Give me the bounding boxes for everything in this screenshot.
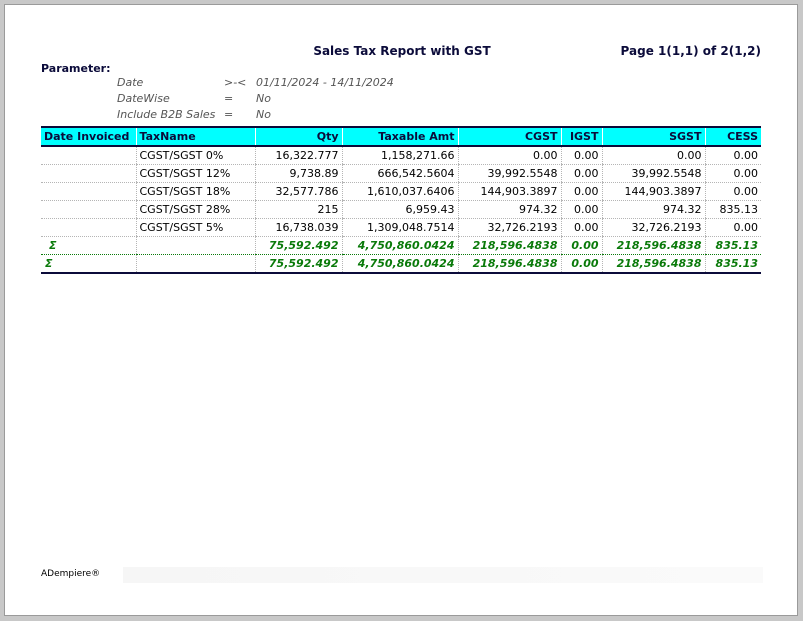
table-row: CGST/SGST 0% 16,322.777 1,158,271.66 0.0… bbox=[41, 146, 761, 165]
cell-taxable-amt: 1,158,271.66 bbox=[341, 146, 458, 165]
cell-sgst: 974.32 bbox=[601, 200, 705, 219]
page-info: Page 1(1,1) of 2(1,2) bbox=[620, 44, 761, 58]
column-header-cess[interactable]: CESS bbox=[704, 126, 761, 147]
cell-cess: 835.13 bbox=[704, 200, 761, 219]
footer-bar bbox=[123, 567, 763, 583]
cell-taxable-amt: 666,542.5604 bbox=[341, 164, 458, 183]
cell-taxable-amt: 1,610,037.6406 bbox=[341, 182, 458, 201]
cell-qty: 215 bbox=[254, 200, 342, 219]
column-header-taxable-amt[interactable]: Taxable Amt bbox=[341, 126, 458, 147]
total-cgst: 218,596.4838 bbox=[457, 254, 561, 274]
table-header-row: Date Invoiced TaxName Qty Taxable Amt CG… bbox=[41, 126, 761, 147]
cell-taxname: CGST/SGST 18% bbox=[135, 182, 255, 201]
cell-taxname bbox=[135, 254, 255, 274]
sum-cess: 835.13 bbox=[704, 236, 761, 255]
cell-cgst: 32,726.2193 bbox=[457, 218, 561, 237]
parameter-operator: = bbox=[224, 92, 234, 105]
cell-taxname: CGST/SGST 5% bbox=[135, 218, 255, 237]
column-header-igst[interactable]: IGST bbox=[560, 126, 602, 147]
sum-cgst: 218,596.4838 bbox=[457, 236, 561, 255]
cell-cess: 0.00 bbox=[704, 146, 761, 165]
parameter-name: DateWise bbox=[117, 92, 170, 105]
sum-qty: 75,592.492 bbox=[254, 236, 342, 255]
cell-igst: 0.00 bbox=[560, 146, 602, 165]
grand-total-row: Σ 75,592.492 4,750,860.0424 218,596.4838… bbox=[41, 254, 761, 274]
cell-date-invoiced bbox=[41, 182, 136, 201]
parameter-operator: >-< bbox=[224, 76, 247, 89]
footer-brand: ADempiere® bbox=[41, 569, 101, 579]
cell-taxable-amt: 1,309,048.7514 bbox=[341, 218, 458, 237]
cell-igst: 0.00 bbox=[560, 164, 602, 183]
cell-taxname: CGST/SGST 0% bbox=[135, 146, 255, 165]
table-row: CGST/SGST 28% 215 6,959.43 974.32 0.00 9… bbox=[41, 200, 761, 219]
cell-cess: 0.00 bbox=[704, 164, 761, 183]
tax-report-table: Date Invoiced TaxName Qty Taxable Amt CG… bbox=[41, 126, 761, 274]
cell-sgst: 32,726.2193 bbox=[601, 218, 705, 237]
parameter-value: No bbox=[256, 92, 271, 105]
parameter-name: Include B2B Sales bbox=[117, 108, 216, 121]
cell-taxname: CGST/SGST 12% bbox=[135, 164, 255, 183]
cell-date-invoiced bbox=[41, 164, 136, 183]
parameter-name: Date bbox=[117, 76, 144, 89]
total-sgst: 218,596.4838 bbox=[601, 254, 705, 274]
cell-igst: 0.00 bbox=[560, 182, 602, 201]
cell-sgst: 39,992.5548 bbox=[601, 164, 705, 183]
cell-igst: 0.00 bbox=[560, 200, 602, 219]
total-igst: 0.00 bbox=[560, 254, 602, 274]
sum-icon: Σ bbox=[41, 254, 136, 274]
cell-qty: 16,322.777 bbox=[254, 146, 342, 165]
total-cess: 835.13 bbox=[704, 254, 761, 274]
cell-cess: 0.00 bbox=[704, 218, 761, 237]
cell-cgst: 39,992.5548 bbox=[457, 164, 561, 183]
cell-qty: 9,738.89 bbox=[254, 164, 342, 183]
cell-date-invoiced bbox=[41, 218, 136, 237]
cell-cess: 0.00 bbox=[704, 182, 761, 201]
sum-icon: Σ bbox=[41, 236, 136, 255]
cell-cgst: 144,903.3897 bbox=[457, 182, 561, 201]
sum-igst: 0.00 bbox=[560, 236, 602, 255]
cell-sgst: 144,903.3897 bbox=[601, 182, 705, 201]
column-header-sgst[interactable]: SGST bbox=[601, 126, 705, 147]
cell-cgst: 974.32 bbox=[457, 200, 561, 219]
column-header-date-invoiced[interactable]: Date Invoiced bbox=[41, 126, 136, 147]
sum-sgst: 218,596.4838 bbox=[601, 236, 705, 255]
parameter-value: No bbox=[256, 108, 271, 121]
total-qty: 75,592.492 bbox=[254, 254, 342, 274]
parameter-value: 01/11/2024 - 14/11/2024 bbox=[256, 76, 394, 89]
parameter-heading: Parameter: bbox=[41, 62, 111, 75]
column-header-qty[interactable]: Qty bbox=[254, 126, 342, 147]
table-row: CGST/SGST 5% 16,738.039 1,309,048.7514 3… bbox=[41, 218, 761, 237]
total-taxable-amt: 4,750,860.0424 bbox=[341, 254, 458, 274]
cell-qty: 32,577.786 bbox=[254, 182, 342, 201]
sum-taxable-amt: 4,750,860.0424 bbox=[341, 236, 458, 255]
cell-qty: 16,738.039 bbox=[254, 218, 342, 237]
cell-date-invoiced bbox=[41, 146, 136, 165]
cell-taxname: CGST/SGST 28% bbox=[135, 200, 255, 219]
cell-sgst: 0.00 bbox=[601, 146, 705, 165]
subtotal-row: Σ 75,592.492 4,750,860.0424 218,596.4838… bbox=[41, 236, 761, 255]
parameter-operator: = bbox=[224, 108, 234, 121]
column-header-cgst[interactable]: CGST bbox=[457, 126, 561, 147]
table-row: CGST/SGST 12% 9,738.89 666,542.5604 39,9… bbox=[41, 164, 761, 183]
cell-taxname bbox=[135, 236, 255, 255]
cell-igst: 0.00 bbox=[560, 218, 602, 237]
cell-date-invoiced bbox=[41, 200, 136, 219]
report-page: Sales Tax Report with GST Page 1(1,1) of… bbox=[4, 4, 798, 616]
table-row: CGST/SGST 18% 32,577.786 1,610,037.6406 … bbox=[41, 182, 761, 201]
cell-taxable-amt: 6,959.43 bbox=[341, 200, 458, 219]
column-header-taxname[interactable]: TaxName bbox=[135, 126, 255, 147]
cell-cgst: 0.00 bbox=[457, 146, 561, 165]
